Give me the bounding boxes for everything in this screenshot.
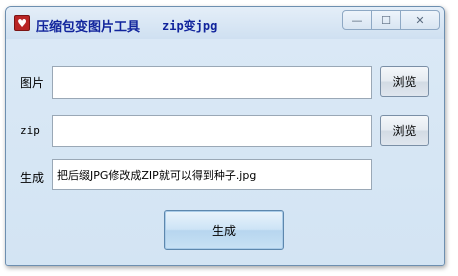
browse-image-button[interactable]: 浏览 — [380, 66, 429, 97]
zip-label: zip — [20, 124, 40, 137]
app-window: ♥ 压缩包变图片工具 zip变jpg — ☐ ✕ 图片 浏览 zip 浏览 生成… — [5, 6, 445, 266]
window-title: 压缩包变图片工具 — [36, 20, 141, 35]
caption-buttons: — ☐ ✕ — [342, 10, 440, 30]
title-bar[interactable]: ♥ 压缩包变图片工具 zip变jpg — ☐ ✕ — [6, 7, 444, 39]
browse-zip-button[interactable]: 浏览 — [380, 115, 429, 146]
window-subtitle: zip变jpg — [162, 19, 218, 33]
maximize-icon: ☐ — [381, 13, 391, 27]
output-label: 生成 — [20, 171, 45, 185]
maximize-button[interactable]: ☐ — [371, 10, 401, 30]
heart-icon: ♥ — [14, 15, 30, 31]
minimize-button[interactable]: — — [342, 10, 372, 30]
zip-path-input[interactable] — [52, 115, 372, 147]
image-path-input[interactable] — [52, 66, 372, 99]
close-icon: ✕ — [415, 13, 425, 27]
close-button[interactable]: ✕ — [400, 10, 440, 30]
generate-button[interactable]: 生成 — [164, 210, 284, 250]
image-label: 图片 — [20, 76, 45, 90]
minimize-icon: — — [351, 13, 363, 27]
output-filename-input[interactable]: 把后缀JPG修改成ZIP就可以得到种子.jpg — [52, 159, 372, 190]
